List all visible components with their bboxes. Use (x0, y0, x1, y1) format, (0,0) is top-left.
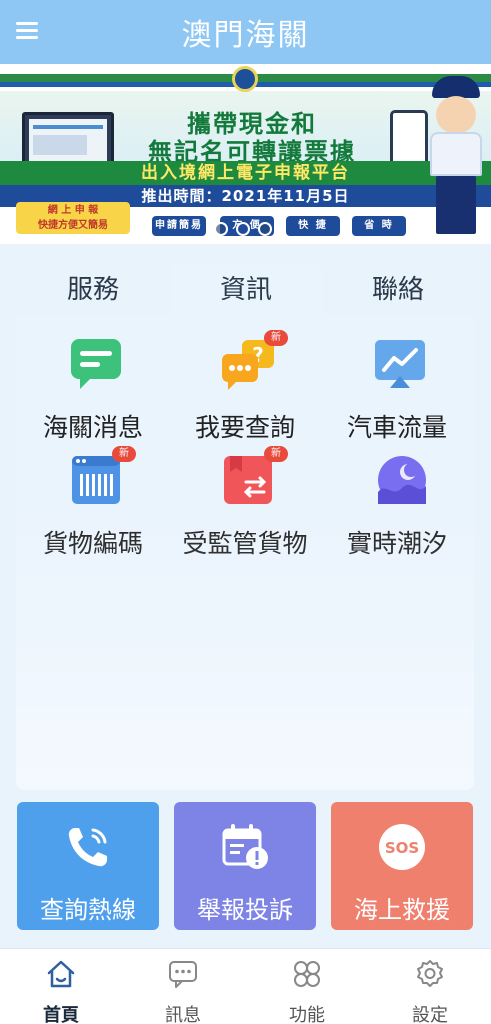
bottom-navigation: 首頁 訊息 功能 設定 (0, 948, 491, 1024)
hamburger-menu-icon[interactable] (16, 18, 44, 46)
grid-item-label: 實時潮汐 (346, 529, 447, 558)
carousel-dot[interactable] (214, 222, 228, 236)
settings-icon (415, 959, 445, 989)
promo-banner[interactable]: 攜帶現金和 無記名可轉讓票據 出入境網上電子申報平台 推出時間：2021年11月… (0, 64, 491, 244)
online-declaration-badge: 網 上 申 報 快捷方便又簡易 (16, 202, 130, 234)
carousel-indicator (214, 222, 272, 236)
card-label: 查詢熱線 (40, 896, 136, 924)
customs-emblem-icon (232, 66, 258, 92)
function-icon (292, 959, 322, 989)
feature-pill: 快 捷 (286, 216, 340, 236)
nav-item-home[interactable]: 首頁 (21, 957, 101, 1024)
tide-wave-icon (372, 452, 428, 508)
nav-label: 設定 (412, 1005, 448, 1024)
message-icon (168, 959, 198, 989)
grid-item-customs-news[interactable]: 海關消息 (18, 336, 168, 456)
feature-pill: 省 時 (352, 216, 406, 236)
tab-services[interactable]: 服務 (16, 264, 170, 316)
nav-item-messages[interactable]: 訊息 (143, 957, 223, 1024)
phone-icon (63, 822, 113, 872)
tab-contact[interactable]: 聯絡 (322, 264, 474, 316)
hotline-card[interactable]: 查詢熱線 (17, 802, 159, 930)
report-complaint-card[interactable]: 舉報投訴 (174, 802, 316, 930)
nav-label: 訊息 (165, 1005, 201, 1024)
section-tabs: 服務 資訊 聯絡 (16, 264, 474, 316)
nav-item-functions[interactable]: 功能 (267, 957, 347, 1024)
nav-label: 首頁 (43, 1005, 79, 1024)
page-title: 澳門海關 (181, 18, 310, 53)
card-label: 海上救援 (354, 896, 450, 924)
badge-line: 快捷方便又簡易 (38, 220, 108, 231)
grid-item-cargo-code[interactable]: 新 貨物編碼 (18, 446, 168, 572)
feature-pill: 申請簡易 (152, 216, 206, 236)
nav-item-settings[interactable]: 設定 (390, 957, 470, 1024)
grid-item-label: 海關消息 (42, 413, 143, 442)
cargo-barcode-icon: 新 (68, 446, 136, 508)
sea-rescue-card[interactable]: SOS 海上救援 (331, 802, 473, 930)
carousel-dot[interactable] (258, 222, 272, 236)
tab-info[interactable]: 資訊 (170, 264, 322, 316)
new-badge: 新 (264, 446, 288, 462)
grid-item-vehicle-traffic[interactable]: 汽車流量 (322, 336, 472, 456)
banner-subtitle: 出入境網上電子申報平台 (0, 161, 491, 185)
grid-item-inquiry[interactable]: ? 新 我要查詢 (170, 330, 320, 456)
grid-item-label: 受監管貨物 (182, 529, 308, 558)
controlled-goods-icon: 新 (220, 446, 288, 508)
grid-item-realtime-tide[interactable]: 實時潮汐 (322, 452, 472, 572)
card-label: 舉報投訴 (197, 896, 293, 924)
home-icon (46, 959, 76, 989)
sos-icon-text: SOS (385, 839, 419, 857)
grid-item-controlled-goods[interactable]: 新 受監管貨物 (170, 446, 320, 572)
chat-news-icon (68, 336, 124, 392)
calendar-alert-icon (220, 822, 270, 872)
new-badge: 新 (264, 330, 288, 346)
grid-item-label: 貨物編碼 (42, 529, 143, 558)
nav-label: 功能 (289, 1005, 325, 1024)
carousel-dot[interactable] (236, 222, 250, 236)
sos-icon: SOS (377, 822, 427, 872)
inquiry-chat-icon: ? 新 (220, 330, 288, 392)
customs-officer-illustration (424, 74, 486, 239)
grid-item-label: 汽車流量 (346, 413, 447, 442)
traffic-chart-icon (372, 336, 428, 392)
app-header: 澳門海關 (0, 0, 491, 64)
new-badge: 新 (112, 446, 136, 462)
badge-line: 網 上 申 報 (47, 205, 99, 216)
grid-item-label: 我要查詢 (194, 413, 295, 442)
